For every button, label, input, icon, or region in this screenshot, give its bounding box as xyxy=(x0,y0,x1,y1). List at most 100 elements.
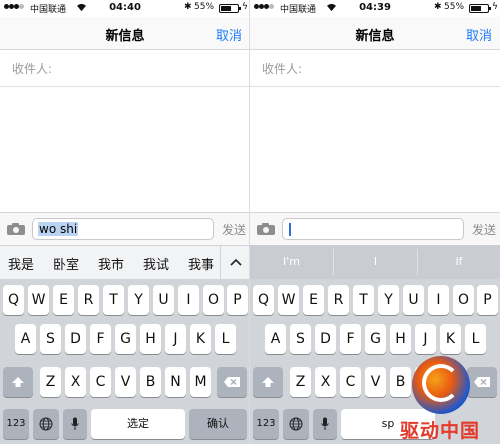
key-w[interactable]: W xyxy=(28,285,49,315)
composing-text: wo shi xyxy=(38,222,79,236)
backspace-icon xyxy=(224,377,240,387)
key-i[interactable]: I xyxy=(178,285,199,315)
shift-key[interactable] xyxy=(253,367,283,397)
candidate-item[interactable]: 我试 xyxy=(143,254,169,273)
backspace-key[interactable] xyxy=(217,367,247,397)
key-p[interactable]: P xyxy=(227,285,248,315)
text-caret xyxy=(289,223,291,236)
message-thread xyxy=(250,88,500,212)
prediction-item[interactable]: If xyxy=(418,245,500,279)
left-screen: 中国联通 04:40 ✱ 55% ϟ 新信息 取消 收件人: wo shi 发送… xyxy=(0,0,250,444)
compose-bar: 发送 xyxy=(250,212,500,245)
candidate-item[interactable]: 卧室 xyxy=(53,254,79,273)
key-l[interactable]: L xyxy=(215,324,236,354)
key-o[interactable]: O xyxy=(203,285,224,315)
message-input[interactable]: wo shi xyxy=(32,218,214,240)
key-h[interactable]: H xyxy=(140,324,161,354)
key-q[interactable]: Q xyxy=(253,285,274,315)
key-j[interactable]: J xyxy=(415,324,436,354)
candidate-item[interactable]: 我市 xyxy=(98,254,124,273)
cancel-button[interactable]: 取消 xyxy=(466,25,492,44)
battery-percent: 55% xyxy=(194,2,215,12)
shift-icon xyxy=(12,377,24,387)
key-e[interactable]: E xyxy=(53,285,74,315)
page-title: 新信息 xyxy=(105,29,145,44)
key-g[interactable]: G xyxy=(365,324,386,354)
key-y[interactable]: Y xyxy=(378,285,399,315)
numbers-key[interactable]: 123 xyxy=(253,409,279,439)
key-u[interactable]: U xyxy=(153,285,174,315)
battery-icon xyxy=(469,4,491,13)
key-x[interactable]: X xyxy=(65,367,86,397)
key-y[interactable]: Y xyxy=(128,285,149,315)
key-r[interactable]: R xyxy=(328,285,349,315)
key-r[interactable]: R xyxy=(78,285,99,315)
key-s[interactable]: S xyxy=(290,324,311,354)
key-t[interactable]: T xyxy=(353,285,374,315)
key-a[interactable]: A xyxy=(15,324,36,354)
keyboard: Q W E R T Y U I O P A S D F G H J K L Z … xyxy=(0,279,250,444)
send-button[interactable]: 发送 xyxy=(472,221,496,238)
key-c[interactable]: C xyxy=(90,367,111,397)
globe-key[interactable] xyxy=(33,409,59,439)
key-e[interactable]: E xyxy=(303,285,324,315)
battery-percent: 55% xyxy=(444,2,465,12)
key-i[interactable]: I xyxy=(428,285,449,315)
key-f[interactable]: F xyxy=(340,324,361,354)
dictation-key[interactable] xyxy=(63,409,87,439)
recipient-label: 收件人: xyxy=(262,62,303,76)
key-z[interactable]: Z xyxy=(40,367,61,397)
key-h[interactable]: H xyxy=(390,324,411,354)
prediction-item[interactable]: I xyxy=(334,245,417,279)
prediction-item[interactable]: I'm xyxy=(250,245,333,279)
message-input[interactable] xyxy=(282,218,464,240)
recipient-field[interactable]: 收件人: xyxy=(250,50,500,87)
key-q[interactable]: Q xyxy=(3,285,24,315)
cancel-button[interactable]: 取消 xyxy=(216,25,242,44)
key-p[interactable]: P xyxy=(477,285,498,315)
dictation-key[interactable] xyxy=(313,409,337,439)
bluetooth-icon: ✱ xyxy=(184,2,192,12)
globe-key[interactable] xyxy=(283,409,309,439)
key-z[interactable]: Z xyxy=(290,367,311,397)
key-a[interactable]: A xyxy=(265,324,286,354)
key-n[interactable]: N xyxy=(165,367,186,397)
key-x[interactable]: X xyxy=(315,367,336,397)
chevron-up-icon xyxy=(230,258,242,266)
candidate-item[interactable]: 我是 xyxy=(8,254,34,273)
send-button[interactable]: 发送 xyxy=(222,221,246,238)
expand-candidates-button[interactable] xyxy=(220,246,250,280)
space-key[interactable]: 选定 xyxy=(91,409,185,439)
key-c[interactable]: C xyxy=(340,367,361,397)
key-o[interactable]: O xyxy=(453,285,474,315)
key-d[interactable]: D xyxy=(315,324,336,354)
numbers-key[interactable]: 123 xyxy=(3,409,29,439)
key-l[interactable]: L xyxy=(465,324,486,354)
key-k[interactable]: K xyxy=(440,324,461,354)
camera-icon[interactable] xyxy=(256,222,276,236)
candidate-bar: 我是 卧室 我市 我试 我事 xyxy=(0,245,250,280)
watermark-text: 驱动中国 xyxy=(400,420,481,442)
watermark-logo: 驱动中国 xyxy=(400,356,500,444)
key-d[interactable]: D xyxy=(65,324,86,354)
key-k[interactable]: K xyxy=(190,324,211,354)
recipient-field[interactable]: 收件人: xyxy=(0,50,250,87)
key-s[interactable]: S xyxy=(40,324,61,354)
key-m[interactable]: M xyxy=(190,367,211,397)
key-v[interactable]: V xyxy=(115,367,136,397)
key-j[interactable]: J xyxy=(165,324,186,354)
return-key[interactable]: 确认 xyxy=(189,409,247,439)
key-v[interactable]: V xyxy=(365,367,386,397)
key-b[interactable]: B xyxy=(140,367,161,397)
globe-icon xyxy=(39,417,53,431)
shift-key[interactable] xyxy=(3,367,33,397)
key-u[interactable]: U xyxy=(403,285,424,315)
page-title: 新信息 xyxy=(355,29,395,44)
candidate-item[interactable]: 我事 xyxy=(188,254,214,273)
key-t[interactable]: T xyxy=(103,285,124,315)
key-g[interactable]: G xyxy=(115,324,136,354)
key-w[interactable]: W xyxy=(278,285,299,315)
compose-bar: wo shi 发送 xyxy=(0,212,250,245)
camera-icon[interactable] xyxy=(6,222,26,236)
key-f[interactable]: F xyxy=(90,324,111,354)
